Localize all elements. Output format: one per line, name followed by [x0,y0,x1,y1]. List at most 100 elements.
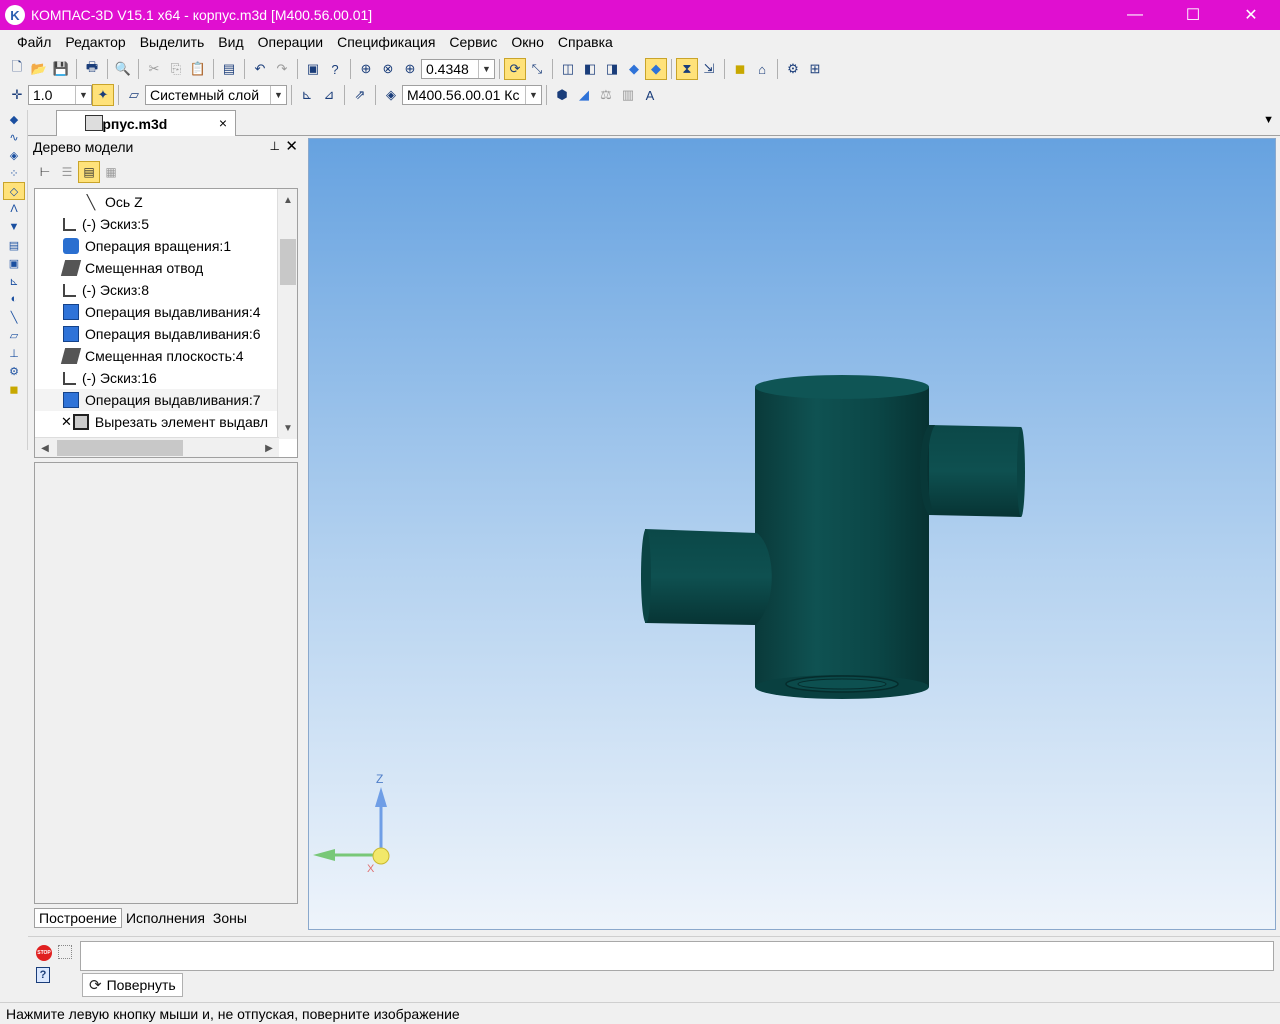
menu-select[interactable]: Выделить [133,34,212,50]
assembly-icon[interactable]: ⌂ [751,58,773,80]
undo-icon[interactable]: ↶ [249,58,271,80]
tree-filter-icon[interactable]: ▦ [100,161,122,183]
layer-combo[interactable]: Системный слой ▼ [145,85,287,105]
snap-grid-icon[interactable]: ✦ [92,84,114,106]
sheet-metal-icon[interactable]: ◐ [3,290,25,308]
preview-icon[interactable]: 🔍 [112,58,134,80]
maximize-button[interactable]: ☐ [1164,0,1222,30]
parametric-icon[interactable]: ⇗ [349,84,371,106]
diagnostics-icon[interactable]: ⚙ [3,362,25,380]
rotate-view-icon[interactable]: ⟳ [504,58,526,80]
snap-icon[interactable]: ⇲ [698,58,720,80]
tree-item[interactable]: (-) Эскиз:8 [35,279,279,301]
tab-menu-arrow-icon[interactable]: ▼ [1263,114,1274,126]
cut-icon[interactable]: ✂ [143,58,165,80]
tree-item[interactable]: (-) Эскиз:5 [35,213,279,235]
scroll-left-icon[interactable]: ◀ [35,438,55,457]
shaded-edges-icon[interactable]: ◆ [645,58,667,80]
measure-icon[interactable]: ⊞ [804,58,826,80]
3d-viewport[interactable]: Z X [308,138,1276,930]
zoom-scale-combo[interactable]: 0.4348 ▼ [421,59,495,79]
tree-options-icon[interactable]: ☰ [56,161,78,183]
tree-item[interactable]: Операция вращения:1 [35,235,279,257]
hidden-lines-icon[interactable]: ◧ [579,58,601,80]
orthogonal-icon[interactable]: ⊿ [318,84,340,106]
tree-item[interactable]: (-) Эскиз:16 [35,367,279,389]
tree-item[interactable]: Операция выдавливания:6 [35,323,279,345]
arrays-icon[interactable]: ⁘ [3,164,25,182]
part-icon[interactable]: ◼ [729,58,751,80]
dimensions-icon[interactable]: Λ [3,200,25,218]
elements-icon[interactable]: ⊾ [3,272,25,290]
copy-icon[interactable]: ⎘ [165,58,187,80]
scroll-right-icon[interactable]: ▶ [259,438,279,457]
filter-select-icon[interactable]: ⧗ [676,58,698,80]
zoom-window-icon[interactable]: ⊕ [355,58,377,80]
tree-item[interactable]: Операция выдавливания:7 [35,389,279,411]
help-pointer-icon[interactable]: ? [324,58,346,80]
step-combo[interactable]: 1.0 ▼ [28,85,92,105]
right-branch-pipe[interactable] [920,425,1025,517]
tree-vertical-scrollbar[interactable]: ▲ ▼ [277,189,297,439]
menu-operations[interactable]: Операции [251,34,331,50]
menu-service[interactable]: Сервис [442,34,504,50]
open-folder-icon[interactable]: 📂 [28,58,50,80]
tab-zones[interactable]: Зоны [209,908,251,928]
scroll-thumb[interactable] [280,239,296,285]
library-icon[interactable]: ⚙ [782,58,804,80]
model-view[interactable]: Z X [309,139,1276,930]
close-window-button[interactable]: ✕ [1222,0,1280,30]
filters-icon[interactable]: ▼ [3,218,25,236]
chevron-down-icon[interactable]: ▼ [270,86,286,104]
tree-horizontal-scrollbar[interactable]: ◀ ▶ [35,437,279,457]
menu-view[interactable]: Вид [211,34,250,50]
menu-help[interactable]: Справка [551,34,620,50]
tree-view-icon[interactable]: ▤ [78,161,100,183]
chevron-down-icon[interactable]: ▼ [478,60,494,78]
menu-edit[interactable]: Редактор [58,34,132,50]
scroll-thumb[interactable] [57,440,183,456]
tree-item[interactable]: Операция выдавливания:4 [35,301,279,323]
color-icon[interactable]: ◢ [573,84,595,106]
designation-combo[interactable]: M400.56.00.01 Кс ▼ [402,85,542,105]
tree-structure-icon[interactable]: ⊢ [34,161,56,183]
mass-icon[interactable]: ⚖ [595,84,617,106]
menu-specification[interactable]: Спецификация [330,34,442,50]
minimize-button[interactable]: — [1106,0,1164,30]
rotate-button[interactable]: ⟳ Повернуть [82,973,183,997]
scroll-up-icon[interactable]: ▲ [278,191,297,209]
manager-icon[interactable]: ▣ [302,58,324,80]
print-icon[interactable]: 🖶 [81,58,103,80]
line-icon[interactable]: ╲ [3,308,25,326]
close-tab-icon[interactable]: × [219,115,227,131]
specification-icon[interactable]: ▤ [3,236,25,254]
tab-executions[interactable]: Исполнения [122,908,209,928]
scroll-down-icon[interactable]: ▼ [278,419,297,437]
tab-construction[interactable]: Построение [34,908,122,928]
layer-icon[interactable]: ▱ [123,84,145,106]
thin-lines-icon[interactable]: ◨ [601,58,623,80]
material-icon[interactable]: ⬢ [551,84,573,106]
menu-window[interactable]: Окно [504,34,551,50]
wireframe-icon[interactable]: ◫ [557,58,579,80]
housing-body[interactable] [755,375,929,699]
chevron-down-icon[interactable]: ▼ [75,86,91,104]
stop-icon[interactable]: STOP [36,945,52,961]
left-branch-pipe[interactable] [641,529,772,625]
shaded-icon[interactable]: ◆ [623,58,645,80]
close-panel-icon[interactable]: ✕ [285,137,298,155]
reports-icon[interactable]: ▣ [3,254,25,272]
auxiliary-geometry-icon[interactable]: ◇ [3,182,25,200]
spatial-curves-icon[interactable]: ∿ [3,128,25,146]
step-cursor-icon[interactable]: ✛ [6,84,28,106]
menu-file[interactable]: Файл [10,34,58,50]
surfaces-icon[interactable]: ◈ [3,146,25,164]
tree-item[interactable]: ╲ Ось Z [35,191,279,213]
part-tool-icon[interactable]: ◼ [3,380,25,398]
document-tab[interactable]: корпус.m3d × [56,110,236,136]
chevron-down-icon[interactable]: ▼ [525,86,541,104]
tree-item[interactable]: ✕ Вырезать элемент выдавл [35,411,279,433]
orientation-icon[interactable]: ⤡ [526,58,548,80]
save-icon[interactable]: 💾 [50,58,72,80]
text-style-icon[interactable]: A [639,84,661,106]
